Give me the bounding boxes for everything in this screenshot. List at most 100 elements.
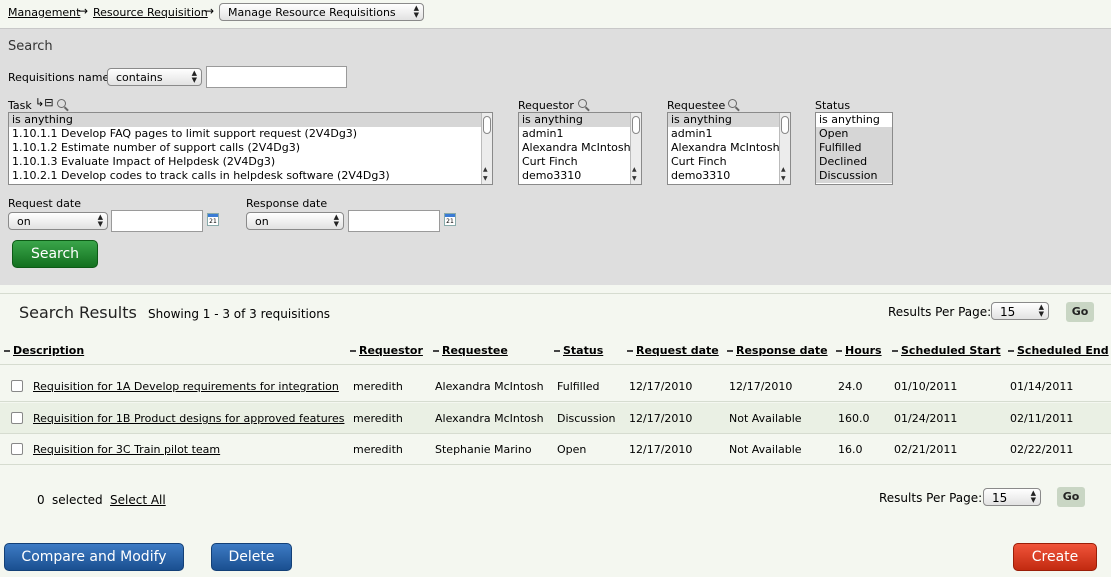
cell-scheduled-end: 02/22/2011 — [1010, 443, 1074, 456]
response-date-input[interactable] — [348, 210, 440, 232]
go-button[interactable]: Go — [1066, 302, 1094, 322]
response-date-calendar-icon[interactable]: 21 — [444, 213, 456, 226]
breadcrumb: Management → Resource Requisition → Mana… — [0, 0, 1111, 28]
task-option[interactable]: is anything — [9, 113, 492, 127]
task-scrollbar[interactable]: ▲ ▼ — [481, 113, 492, 184]
breadcrumb-separator: → — [204, 4, 215, 18]
status-label: Status — [815, 99, 851, 112]
column-toggle-icon[interactable] — [4, 350, 10, 352]
requestor-listbox[interactable]: is anything admin1 Alexandra McIntosh Cu… — [518, 112, 642, 185]
requestee-option[interactable]: Alexandra McIntosh — [668, 141, 790, 155]
requestor-option[interactable]: demo3310 — [519, 169, 641, 183]
task-listbox[interactable]: is anything 1.10.1.1 Develop FAQ pages t… — [8, 112, 493, 185]
task-label: Task — [8, 99, 32, 112]
search-panel: Search Requisitions name contains ▲ ▼ Tas… — [0, 28, 1111, 285]
results-per-page-select[interactable]: 15 ▲ ▼ — [991, 302, 1049, 320]
compare-and-modify-button[interactable]: Compare and Modify — [4, 543, 184, 571]
response-date-operator-select[interactable]: on ▲ ▼ — [246, 212, 344, 230]
column-header-requestor[interactable]: Requestor — [350, 344, 423, 357]
requestor-option[interactable]: Curt Finch — [519, 155, 641, 169]
task-tree-icon[interactable]: ↳⊟ — [35, 96, 53, 109]
column-toggle-icon[interactable] — [892, 350, 898, 352]
request-date-input[interactable] — [111, 210, 203, 232]
status-listbox[interactable]: is anything Open Fulfilled Declined Disc… — [815, 112, 893, 185]
cell-hours: 24.0 — [838, 380, 863, 393]
cell-requestee: Alexandra McIntosh — [435, 412, 544, 425]
search-button[interactable]: Search — [12, 240, 98, 268]
create-button[interactable]: Create — [1013, 543, 1097, 571]
scroll-up-icon: ▲ — [781, 166, 786, 173]
requestor-option[interactable]: is anything — [519, 113, 641, 127]
task-option[interactable]: 1.10.1.3 Evaluate Impact of Helpdesk (2V… — [9, 155, 492, 169]
column-header-requestee[interactable]: Requestee — [433, 344, 508, 357]
requestee-option[interactable]: demo3310 — [668, 169, 790, 183]
row-checkbox[interactable] — [11, 443, 23, 455]
requestor-option[interactable]: admin1 — [519, 127, 641, 141]
status-option[interactable]: Open — [816, 127, 892, 141]
requisition-link[interactable]: Requisition for 3C Train pilot team — [33, 443, 220, 456]
status-option[interactable]: is anything — [816, 113, 892, 127]
task-search-icon[interactable] — [57, 99, 66, 108]
status-option[interactable]: Fulfilled — [816, 141, 892, 155]
status-option[interactable]: Declined — [816, 155, 892, 169]
column-header-request-date[interactable]: Request date — [627, 344, 719, 357]
table-header: Description Requestor Requestee Status R… — [0, 335, 1111, 365]
task-option[interactable]: 1.10.1.2 Estimate number of support call… — [9, 141, 492, 155]
results-per-page-select[interactable]: 15 ▲ ▼ — [983, 488, 1041, 506]
cell-hours: 160.0 — [838, 412, 870, 425]
requisition-link[interactable]: Requisition for 1A Develop requirements … — [33, 380, 339, 393]
requestor-label: Requestor — [518, 99, 574, 112]
requisitions-name-input[interactable] — [206, 66, 347, 88]
column-toggle-icon[interactable] — [727, 350, 733, 352]
request-date-calendar-icon[interactable]: 21 — [207, 213, 219, 226]
column-header-response-date[interactable]: Response date — [727, 344, 828, 357]
request-date-operator-select[interactable]: on ▲ ▼ — [8, 212, 108, 230]
column-header-description[interactable]: Description — [4, 344, 84, 357]
select-all-link[interactable]: Select All — [110, 493, 166, 507]
column-header-scheduled-end[interactable]: Scheduled End — [1008, 344, 1109, 357]
breadcrumb-management-link[interactable]: Management — [8, 6, 80, 19]
cell-status: Open — [557, 443, 587, 456]
column-toggle-icon[interactable] — [627, 350, 633, 352]
cell-response-date: 12/17/2010 — [729, 380, 793, 393]
column-header-status[interactable]: Status — [554, 344, 603, 357]
requestee-search-icon[interactable] — [728, 99, 737, 108]
requestor-scrollbar[interactable]: ▲ ▼ — [630, 113, 641, 184]
cell-requestee: Stephanie Marino — [435, 443, 532, 456]
requestee-option[interactable]: admin1 — [668, 127, 790, 141]
delete-button[interactable]: Delete — [211, 543, 292, 571]
column-header-scheduled-start[interactable]: Scheduled Start — [892, 344, 1001, 357]
column-toggle-icon[interactable] — [554, 350, 560, 352]
cell-request-date: 12/17/2010 — [629, 443, 693, 456]
stepper-arrows-icon: ▲ ▼ — [333, 213, 339, 228]
requestor-search-icon[interactable] — [578, 99, 587, 108]
requestee-scrollbar[interactable]: ▲ ▼ — [779, 113, 790, 184]
requestee-option[interactable]: Curt Finch — [668, 155, 790, 169]
go-button[interactable]: Go — [1057, 487, 1085, 507]
status-option[interactable]: Discussion — [816, 169, 892, 183]
stepper-arrows-icon: ▲ ▼ — [1030, 489, 1036, 504]
task-option[interactable]: 1.10.2.1 Develop codes to track calls in… — [9, 169, 492, 183]
breadcrumb-resource-requisition-link[interactable]: Resource Requisition — [93, 6, 208, 19]
scroll-up-icon: ▲ — [632, 166, 637, 173]
requestee-option[interactable]: is anything — [668, 113, 790, 127]
column-toggle-icon[interactable] — [1008, 350, 1014, 352]
cell-scheduled-start: 01/24/2011 — [894, 412, 958, 425]
table-row: Requisition for 1B Product designs for a… — [0, 403, 1111, 434]
column-header-hours[interactable]: Hours — [836, 344, 882, 357]
row-checkbox[interactable] — [11, 412, 23, 424]
requisitions-name-operator-select[interactable]: contains ▲ ▼ — [107, 68, 202, 86]
column-toggle-icon[interactable] — [350, 350, 356, 352]
table-row: Requisition for 1A Develop requirements … — [0, 371, 1111, 402]
results-count: Showing 1 - 3 of 3 requisitions — [148, 307, 331, 321]
cell-status: Fulfilled — [557, 380, 600, 393]
requisitions-name-label: Requisitions name — [8, 71, 110, 84]
requisition-link[interactable]: Requisition for 1B Product designs for a… — [33, 412, 344, 425]
requestee-listbox[interactable]: is anything admin1 Alexandra McIntosh Cu… — [667, 112, 791, 185]
column-toggle-icon[interactable] — [836, 350, 842, 352]
requestor-option[interactable]: Alexandra McIntosh — [519, 141, 641, 155]
column-toggle-icon[interactable] — [433, 350, 439, 352]
page-select[interactable]: Manage Resource Requisitions ▲ ▼ — [219, 3, 424, 21]
task-option[interactable]: 1.10.1.1 Develop FAQ pages to limit supp… — [9, 127, 492, 141]
row-checkbox[interactable] — [11, 380, 23, 392]
